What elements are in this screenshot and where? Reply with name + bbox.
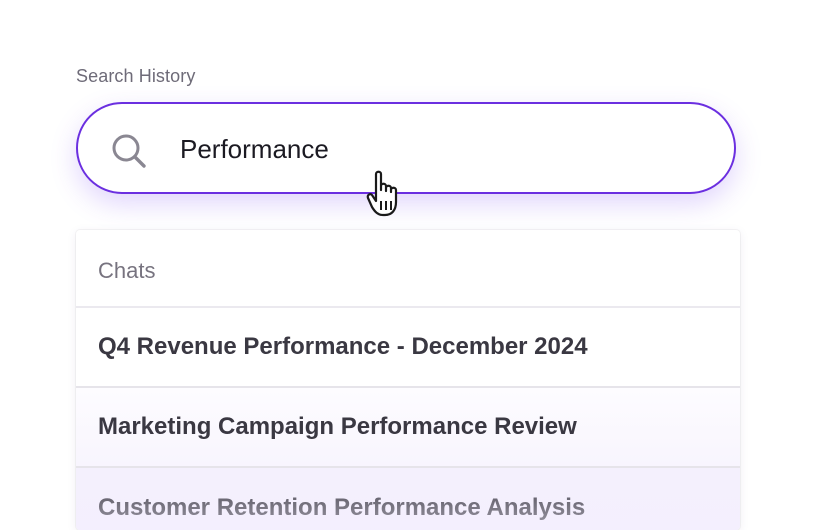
search-input[interactable] [180, 126, 700, 172]
result-item[interactable]: Q4 Revenue Performance - December 2024 [76, 308, 740, 388]
result-item[interactable]: Customer Retention Performance Analysis [76, 468, 740, 530]
search-history-label: Search History [76, 66, 196, 86]
results-section-header: Chats [76, 230, 740, 308]
search-icon [112, 134, 146, 168]
hand-pointer-cursor-icon [366, 170, 398, 217]
result-item[interactable]: Marketing Campaign Performance Review [76, 388, 740, 468]
search-results-panel: Chats Q4 Revenue Performance - December … [76, 230, 740, 530]
